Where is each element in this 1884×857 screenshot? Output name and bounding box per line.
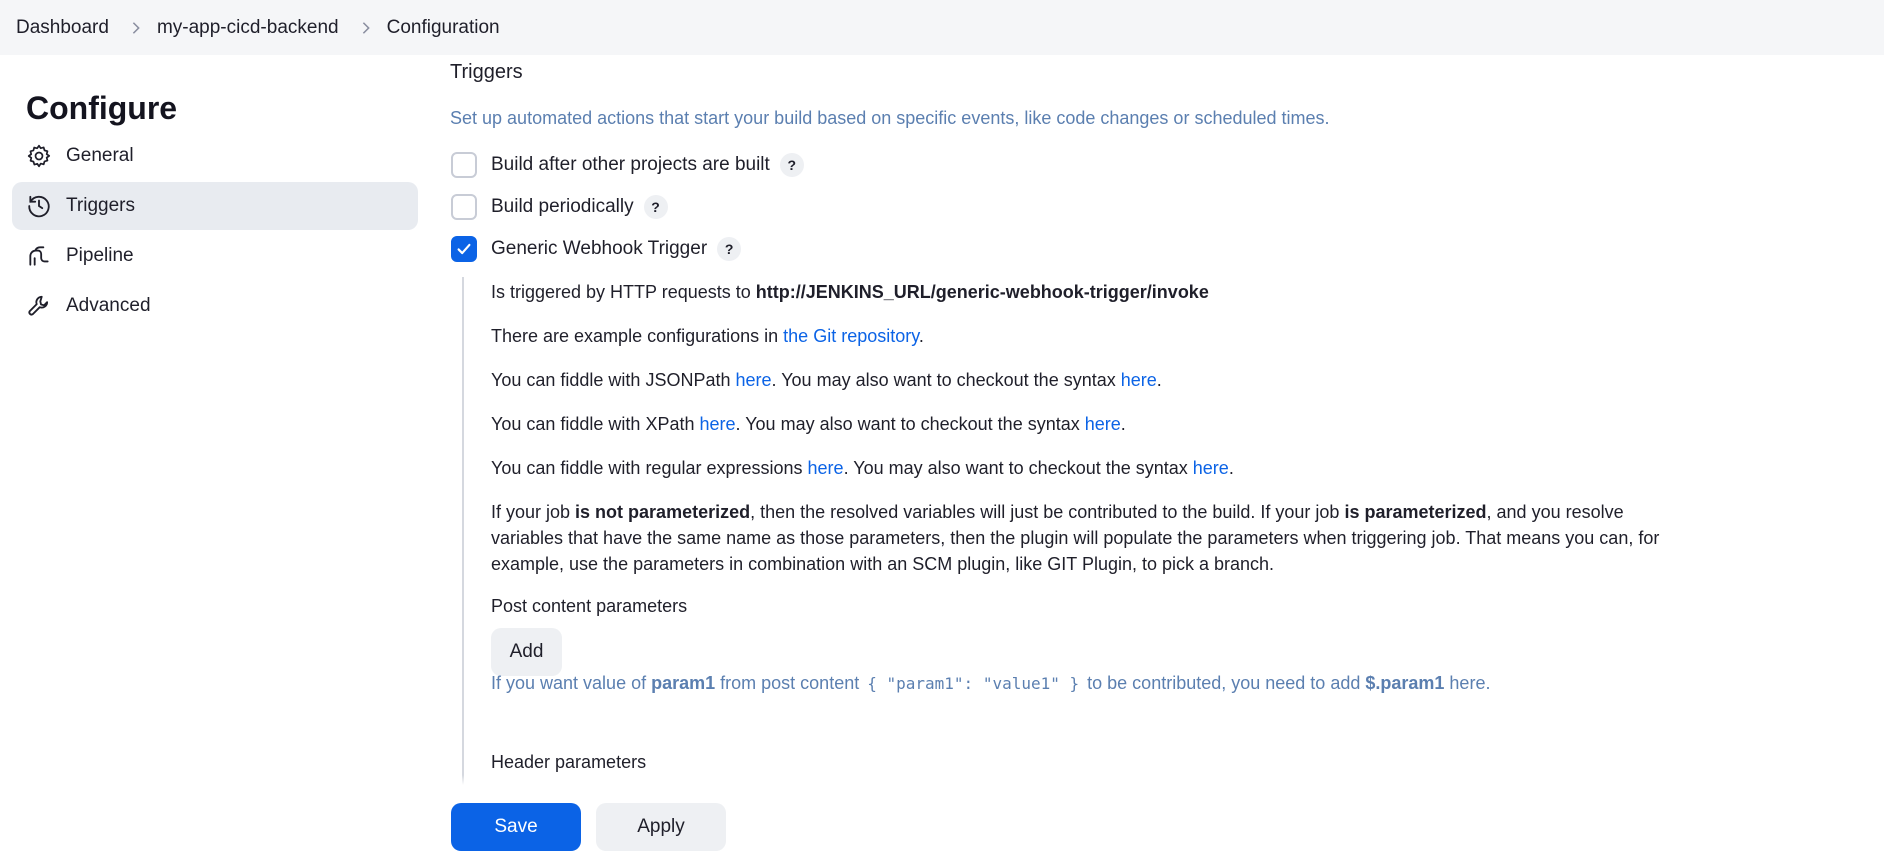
option-label: Generic Webhook Trigger <box>491 238 708 259</box>
text: . <box>1228 458 1234 478</box>
section-description: Set up automated actions that start your… <box>450 108 1330 128</box>
text: , then the resolved variables will just … <box>750 502 1345 522</box>
text: You can fiddle with XPath <box>491 414 700 434</box>
text: You can fiddle with regular expressions <box>491 458 808 478</box>
text: If your job <box>491 502 576 522</box>
checkbox-checked[interactable] <box>451 236 477 262</box>
text: . <box>1120 414 1126 434</box>
option-label: Build periodically <box>491 196 634 217</box>
sidebar-item-label: Advanced <box>66 295 151 316</box>
sidebar-item-label: Pipeline <box>66 245 134 266</box>
option-build-periodically: Build periodically ? <box>451 193 668 221</box>
git-repository-link[interactable]: the Git repository <box>783 326 919 346</box>
xpath-info: You can fiddle with XPath here. You may … <box>491 411 1126 437</box>
text: Is triggered by HTTP requests to <box>491 282 756 302</box>
xpath-syntax-link[interactable]: here <box>1085 414 1121 434</box>
jsonpath-syntax-link[interactable]: here <box>1121 370 1157 390</box>
help-icon[interactable]: ? <box>717 237 742 261</box>
help-icon[interactable]: ? <box>643 195 668 219</box>
text: . You may also want to checkout the synt… <box>771 370 1121 390</box>
sidebar-item-label: Triggers <box>66 195 135 216</box>
regex-fiddle-link[interactable]: here <box>808 458 844 478</box>
text: . <box>918 326 924 346</box>
breadcrumb-dashboard[interactable]: Dashboard <box>16 17 109 39</box>
chevron-right-icon <box>359 21 373 35</box>
header-parameters-label: Header parameters <box>491 752 647 772</box>
pipeline-icon <box>26 243 52 269</box>
text-bold: is parameterized <box>1344 502 1487 522</box>
scroll-fade <box>450 775 1720 785</box>
sidebar-item-label: General <box>66 145 134 166</box>
text-bold: param1 <box>651 673 716 693</box>
post-parameter-hint: If you want value of param1 from post co… <box>491 673 1490 694</box>
sidebar-item-triggers[interactable]: Triggers <box>12 182 418 230</box>
text: . <box>1156 370 1162 390</box>
sidebar-item-advanced[interactable]: Advanced <box>12 282 418 330</box>
regex-syntax-link[interactable]: here <box>1193 458 1229 478</box>
chevron-right-icon <box>129 21 143 35</box>
sidebar-item-general[interactable]: General <box>12 132 418 180</box>
help-icon[interactable]: ? <box>779 153 804 177</box>
action-bar: Save Apply <box>430 785 1884 857</box>
wrench-icon <box>26 293 52 319</box>
code-snippet: { "param1": "value1" } <box>867 674 1080 693</box>
jsonpath-fiddle-link[interactable]: here <box>735 370 771 390</box>
breadcrumb: Dashboard my-app-cicd-backend Configurat… <box>0 0 1884 55</box>
breadcrumb-configuration: Configuration <box>386 16 500 38</box>
checkbox[interactable] <box>451 194 477 220</box>
sidebar: Configure General Triggers Pipeline Adva… <box>0 55 430 857</box>
option-generic-webhook-trigger: Generic Webhook Trigger ? <box>451 235 742 263</box>
option-label: Build after other projects are built <box>491 154 770 175</box>
jsonpath-info: You can fiddle with JSONPath here. You m… <box>491 367 1162 393</box>
examples-info: There are example configurations in the … <box>491 323 924 349</box>
clock-icon <box>26 193 52 219</box>
post-content-parameters-label: Post content parameters <box>491 596 688 616</box>
checkbox[interactable] <box>451 152 477 178</box>
invoke-url: http://JENKINS_URL/generic-webhook-trigg… <box>755 282 1209 302</box>
page-title: Configure <box>26 90 178 126</box>
text: You can fiddle with JSONPath <box>491 370 736 390</box>
main-content: Triggers Set up automated actions that s… <box>450 55 1720 785</box>
invoke-info: Is triggered by HTTP requests to http://… <box>491 279 1209 305</box>
breadcrumb-project[interactable]: my-app-cicd-backend <box>157 17 339 39</box>
xpath-fiddle-link[interactable]: here <box>699 414 735 434</box>
regex-info: You can fiddle with regular expressions … <box>491 455 1234 481</box>
text: here. <box>1444 673 1491 693</box>
text-bold: is not parameterized <box>575 502 751 522</box>
apply-button[interactable]: Apply <box>596 803 726 851</box>
webhook-trigger-details: Is triggered by HTTP requests to http://… <box>462 277 1702 785</box>
text: If you want value of <box>491 673 652 693</box>
text: to be contributed, you need to add <box>1082 673 1366 693</box>
text: . You may also want to checkout the synt… <box>735 414 1085 434</box>
parameterized-info: If your job is not parameterized, then t… <box>491 499 1691 577</box>
text: . You may also want to checkout the synt… <box>843 458 1193 478</box>
option-build-after-other-projects: Build after other projects are built ? <box>451 151 804 179</box>
gear-icon <box>26 143 52 169</box>
text: There are example configurations in <box>491 326 784 346</box>
text-bold: $.param1 <box>1365 673 1445 693</box>
checkmark-icon <box>457 243 471 255</box>
sidebar-item-pipeline[interactable]: Pipeline <box>12 232 418 280</box>
save-button[interactable]: Save <box>451 803 581 851</box>
add-post-parameter-button[interactable]: Add <box>491 628 562 676</box>
section-title: Triggers <box>450 61 523 83</box>
text: from post content <box>715 673 865 693</box>
